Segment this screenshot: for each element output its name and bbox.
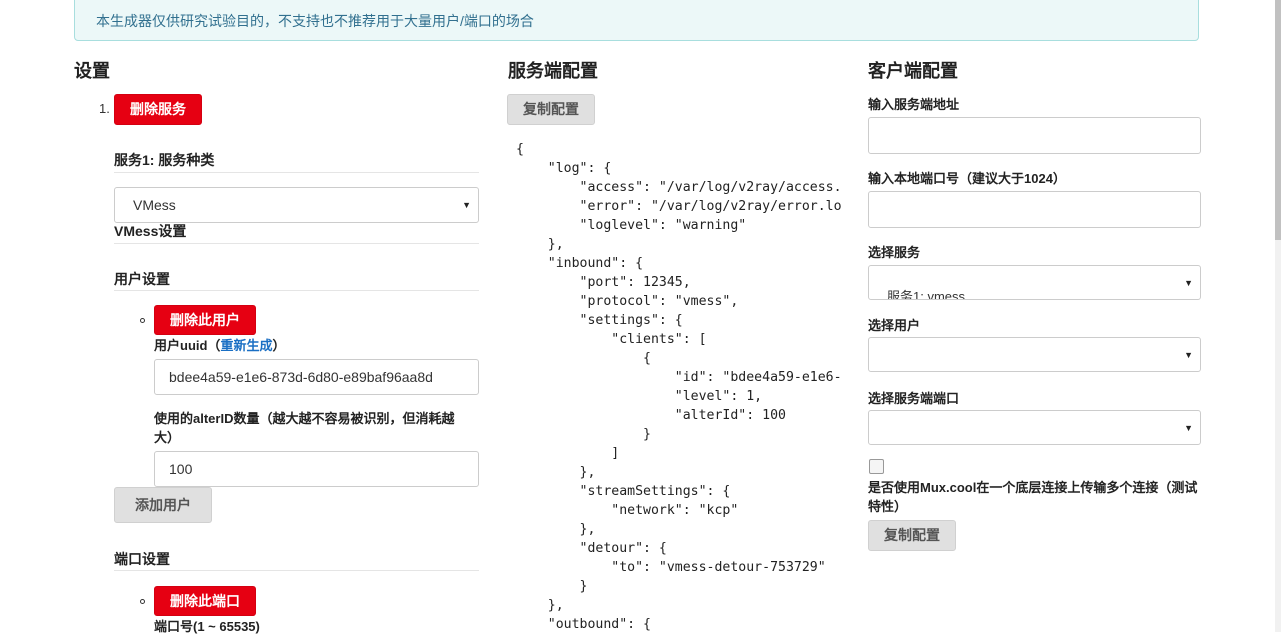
list-bullet-icon <box>140 599 145 604</box>
server-config-code[interactable]: { "log": { "access": "/var/log/v2ray/acc… <box>516 140 842 632</box>
uuid-label-text: 用户uuid（ <box>154 338 221 353</box>
alterid-input[interactable]: 100 <box>154 451 479 487</box>
alterid-value: 100 <box>169 461 193 477</box>
alterid-label: 使用的alterID数量（越大越不容易被识别，但消耗越大） <box>154 411 455 445</box>
divider <box>114 290 479 291</box>
select-user-label: 选择用户 <box>868 318 921 333</box>
copy-client-config-button[interactable]: 复制配置 <box>868 520 956 551</box>
service-type-value: VMess <box>133 197 176 213</box>
notice-banner: 本生成器仅供研究试验目的，不支持也不推荐用于大量用户/端口的场合 <box>74 0 1199 41</box>
delete-port-button[interactable]: 删除此端口 <box>154 586 256 616</box>
service-select[interactable]: 服务1: vmess ▼ <box>868 265 1201 300</box>
chevron-down-icon: ▼ <box>1184 277 1193 288</box>
settings-title: 设置 <box>74 61 110 81</box>
notice-text: 本生成器仅供研究试验目的，不支持也不推荐用于大量用户/端口的场合 <box>96 13 534 29</box>
chevron-down-icon: ▼ <box>1184 422 1193 433</box>
server-config-title: 服务端配置 <box>508 61 598 81</box>
select-port-label: 选择服务端端口 <box>868 391 960 406</box>
scrollbar-thumb[interactable] <box>1275 0 1281 240</box>
uuid-label: 用户uuid（重新生成） <box>154 335 285 354</box>
client-config-title: 客户端配置 <box>868 61 958 81</box>
divider <box>114 243 479 244</box>
regenerate-uuid-link[interactable]: 重新生成 <box>220 338 272 353</box>
copy-server-config-button[interactable]: 复制配置 <box>507 94 595 125</box>
chevron-down-icon: ▼ <box>462 200 471 210</box>
service-select-value: 服务1: vmess <box>887 289 966 300</box>
delete-user-button[interactable]: 删除此用户 <box>154 305 256 335</box>
service-number: 1. <box>99 101 110 116</box>
mux-checkbox[interactable] <box>869 459 884 474</box>
port-label: 端口号(1 ~ 65535) <box>154 619 260 634</box>
divider <box>114 172 479 173</box>
server-address-input[interactable] <box>868 117 1201 154</box>
add-user-button[interactable]: 添加用户 <box>114 487 212 523</box>
mux-label: 是否使用Mux.cool在一个底层连接上传输多个连接（测试特性） <box>868 480 1198 514</box>
vmess-settings-label: VMess设置 <box>114 223 187 239</box>
scrollbar[interactable] <box>1275 0 1281 632</box>
divider <box>114 570 479 571</box>
chevron-down-icon: ▼ <box>1184 349 1193 360</box>
local-port-label: 输入本地端口号（建议大于1024） <box>868 171 1066 186</box>
user-select[interactable]: ▼ <box>868 337 1201 372</box>
service-type-select[interactable]: VMess ▼ <box>114 187 479 223</box>
local-port-input[interactable] <box>868 191 1201 228</box>
uuid-input[interactable]: bdee4a59-e1e6-873d-6d80-e89baf96aa8d <box>154 359 479 395</box>
uuid-label-end: ） <box>272 338 286 353</box>
service-type-label: 服务1: 服务种类 <box>114 152 215 168</box>
user-settings-label: 用户设置 <box>114 271 170 287</box>
port-select[interactable]: ▼ <box>868 410 1201 445</box>
uuid-value: bdee4a59-e1e6-873d-6d80-e89baf96aa8d <box>169 369 433 385</box>
delete-service-button[interactable]: 删除服务 <box>114 94 202 125</box>
port-settings-label: 端口设置 <box>114 551 170 567</box>
select-service-label: 选择服务 <box>868 245 921 260</box>
list-bullet-icon <box>140 318 145 323</box>
server-address-label: 输入服务端地址 <box>868 97 960 112</box>
